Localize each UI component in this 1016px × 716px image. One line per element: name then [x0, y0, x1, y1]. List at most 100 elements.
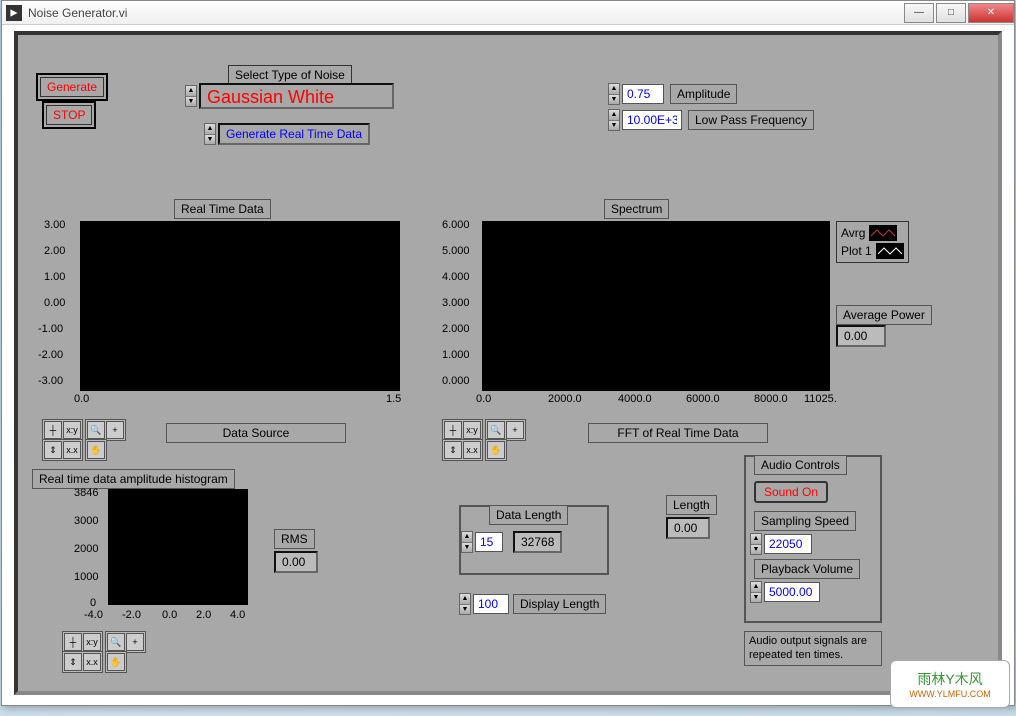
sp-y5: 1.000 [442, 349, 470, 361]
hg-y0: 3846 [74, 487, 98, 499]
spectrum-legend: Avrg Plot 1 [836, 221, 909, 263]
hg-tool-xy-icon[interactable]: x:y [83, 633, 101, 651]
playback-volume-spinner[interactable]: ▲▼ [750, 581, 762, 603]
rt-x1: 1.5 [386, 393, 401, 405]
data-length-label: Data Length [489, 505, 568, 525]
sp-tool-cursor-icon[interactable]: ┼ [444, 421, 462, 439]
titlebar[interactable]: Noise Generator.vi — □ ✕ [2, 1, 1014, 25]
minimize-button[interactable]: — [904, 3, 934, 23]
hg-x2: 0.0 [162, 609, 177, 621]
sp-y3: 3.000 [442, 297, 470, 309]
hg-x1: -2.0 [122, 609, 141, 621]
sp-tool-xy-icon[interactable]: x:y [463, 421, 481, 439]
hg-y3: 1000 [74, 571, 98, 583]
sp-tool-plus-icon[interactable]: + [506, 421, 524, 439]
hg-x3: 2.0 [196, 609, 211, 621]
sp-y0: 6.000 [442, 219, 470, 231]
sp-tool-scale-icon[interactable]: ⇕ [444, 441, 462, 459]
noise-type-spinner[interactable]: ▲▼ [185, 85, 197, 107]
spectrum-graph-tools2: ⇕x.x ✋ [442, 439, 507, 461]
realtime-spinner[interactable]: ▲▼ [204, 123, 216, 145]
realtime-graph-tools2: ⇕x.x ✋ [42, 439, 107, 461]
rt-tool-xy-icon[interactable]: x:y [63, 421, 81, 439]
sp-tool-hand-icon[interactable]: ✋ [487, 441, 505, 459]
stop-button[interactable]: STOP [46, 105, 92, 125]
app-window: Noise Generator.vi — □ ✕ Generate STOP S… [1, 0, 1015, 706]
length-label: Length [666, 495, 717, 515]
data-length-exp-spinner[interactable]: ▲▼ [461, 531, 473, 553]
sound-on-button[interactable]: Sound On [754, 481, 828, 503]
rt-tool-format-icon[interactable]: x.x [63, 441, 81, 459]
hg-tool-cursor-icon[interactable]: ┼ [64, 633, 82, 651]
rt-y6: -3.00 [38, 375, 63, 387]
rt-tool-hand-icon[interactable]: ✋ [87, 441, 105, 459]
maximize-button[interactable]: □ [936, 3, 966, 23]
avg-power-value: 0.00 [836, 325, 886, 347]
rt-tool-zoom-icon[interactable]: 🔍 [87, 421, 105, 439]
legend-plot1-swatch[interactable] [876, 243, 904, 259]
data-length-exp-input[interactable] [475, 532, 503, 552]
histogram-graph[interactable] [108, 489, 248, 605]
spectrum-source-label[interactable]: FFT of Real Time Data [588, 423, 768, 443]
hg-tool-hand-icon[interactable]: ✋ [107, 653, 125, 671]
amplitude-label: Amplitude [670, 84, 737, 104]
realtime-source-label[interactable]: Data Source [166, 423, 346, 443]
sp-y1: 5.000 [442, 245, 470, 257]
amplitude-spinner[interactable]: ▲▼ [608, 83, 620, 105]
display-length-input[interactable] [473, 594, 509, 614]
amplitude-row: ▲▼ Amplitude [608, 83, 737, 105]
sampling-speed-spinner[interactable]: ▲▼ [750, 533, 762, 555]
hg-y2: 2000 [74, 543, 98, 555]
sp-tool-zoom-icon[interactable]: 🔍 [487, 421, 505, 439]
watermark-text1: 雨林Y木风 [917, 669, 982, 689]
realtime-graph[interactable] [80, 221, 400, 391]
watermark: 雨林Y木风 WWW.YLMFU.COM [890, 660, 1010, 708]
audio-controls-label: Audio Controls [754, 455, 847, 475]
legend-plot1-label: Plot 1 [841, 244, 872, 258]
amplitude-input[interactable] [622, 84, 664, 104]
noise-type-value[interactable]: Gaussian White [199, 83, 394, 109]
close-button[interactable]: ✕ [968, 3, 1014, 23]
spectrum-graph-title: Spectrum [604, 199, 669, 219]
histogram-graph-tools2: ⇕x.x ✋ [62, 651, 127, 673]
select-noise-label: Select Type of Noise [228, 65, 352, 85]
playback-volume-label: Playback Volume [754, 559, 860, 579]
window-controls: — □ ✕ [902, 3, 1014, 23]
hg-tool-format-icon[interactable]: x.x [83, 653, 101, 671]
rt-tool-scale-icon[interactable]: ⇕ [44, 441, 62, 459]
hg-y1: 3000 [74, 515, 98, 527]
rt-tool-cursor-icon[interactable]: ┼ [44, 421, 62, 439]
rt-y4: -1.00 [38, 323, 63, 335]
legend-avrg-label: Avrg [841, 226, 865, 240]
sp-x3: 6000.0 [686, 393, 720, 405]
lowpass-row: ▲▼ Low Pass Frequency [608, 109, 814, 131]
rt-x0: 0.0 [74, 393, 89, 405]
data-length-cluster: Data Length ▲▼ 32768 [459, 505, 609, 575]
avg-power-label: Average Power [836, 305, 932, 325]
length-readout: 0.00 [666, 517, 710, 539]
hg-tool-scale-icon[interactable]: ⇕ [64, 653, 82, 671]
rt-y1: 2.00 [44, 245, 65, 257]
generate-button-frame: Generate [36, 73, 108, 101]
sp-x4: 8000.0 [754, 393, 788, 405]
hg-tool-zoom-icon[interactable]: 🔍 [107, 633, 125, 651]
lowpass-input[interactable] [622, 110, 682, 130]
sp-tool-format-icon[interactable]: x.x [463, 441, 481, 459]
lowpass-spinner[interactable]: ▲▼ [608, 109, 620, 131]
hg-tool-plus-icon[interactable]: + [126, 633, 144, 651]
legend-avrg-swatch[interactable] [869, 225, 897, 241]
front-panel: Generate STOP Select Type of Noise ▲▼ Ga… [14, 31, 1002, 695]
data-length-exp-row: ▲▼ 32768 [461, 531, 562, 553]
display-length-spinner[interactable]: ▲▼ [459, 593, 471, 615]
rt-tool-plus-icon[interactable]: + [106, 421, 124, 439]
audio-note: Audio output signals are repeated ten ti… [744, 631, 882, 666]
stop-button-frame: STOP [42, 101, 96, 129]
window-title: Noise Generator.vi [28, 6, 902, 20]
realtime-toggle[interactable]: Generate Real Time Data [218, 123, 370, 145]
spectrum-graph[interactable] [482, 221, 830, 391]
sampling-speed-input[interactable] [764, 534, 812, 554]
playback-volume-input[interactable] [764, 582, 820, 602]
generate-button[interactable]: Generate [40, 77, 104, 97]
noise-type-selector[interactable]: ▲▼ Gaussian White [185, 83, 394, 109]
realtime-graph-tools: ┼x:y 🔍+ [42, 419, 126, 441]
